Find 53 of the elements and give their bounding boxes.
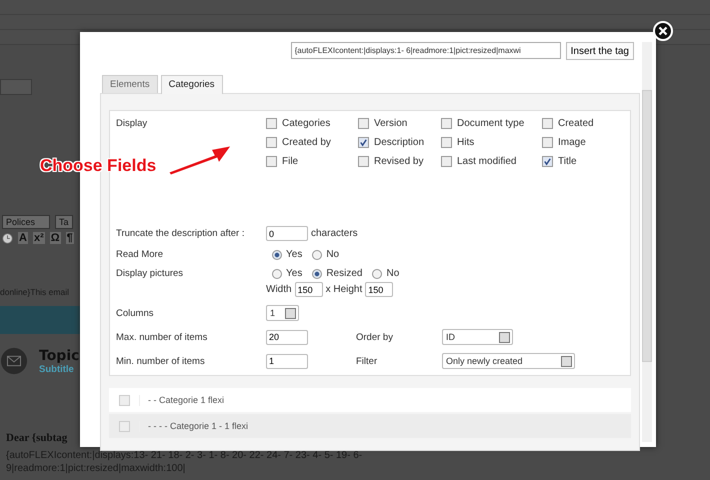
checkbox-option[interactable]: Description bbox=[358, 137, 441, 148]
radio-option[interactable]: No bbox=[372, 268, 400, 279]
field-label: Display bbox=[116, 118, 148, 129]
greeting-text: Dear {subtag bbox=[6, 432, 68, 444]
clock-icon[interactable] bbox=[2, 232, 13, 244]
truncate-field[interactable]: 0 bbox=[266, 226, 308, 241]
order-by-dropdown[interactable]: ID bbox=[442, 329, 513, 345]
checkbox-option[interactable]: File bbox=[266, 156, 358, 167]
subtitle-text: Subtitle bbox=[39, 364, 75, 374]
envelope-icon bbox=[0, 347, 28, 375]
radio-option[interactable]: Yes bbox=[272, 268, 302, 279]
checkbox-option[interactable]: Revised by bbox=[358, 156, 441, 167]
tab[interactable]: Categories bbox=[160, 75, 223, 94]
category-row[interactable]: - - Categorie 1 flexi bbox=[109, 388, 631, 412]
width-label: Width bbox=[266, 284, 292, 295]
checkbox-option[interactable]: Categories bbox=[266, 118, 358, 129]
field-label: Truncate the description after : bbox=[116, 228, 246, 239]
checkbox-option[interactable]: Created bbox=[542, 118, 594, 129]
unit-label: characters bbox=[311, 228, 358, 239]
field-label: Display pictures bbox=[116, 268, 184, 279]
radio-option[interactable]: No bbox=[312, 249, 340, 260]
checkbox-option[interactable]: Title bbox=[542, 156, 594, 167]
field-label: Filter bbox=[356, 356, 378, 366]
close-icon[interactable] bbox=[653, 21, 673, 41]
height-label: x Height bbox=[326, 284, 362, 295]
radio-option[interactable]: Yes bbox=[272, 249, 302, 260]
checkmark-icon bbox=[543, 157, 552, 166]
text-field[interactable] bbox=[0, 79, 32, 95]
scrollbar[interactable] bbox=[642, 42, 652, 442]
width-field[interactable]: 150 bbox=[294, 282, 323, 297]
checkbox-option[interactable]: Image bbox=[542, 137, 594, 148]
checkbox-option[interactable]: Document type bbox=[441, 118, 542, 129]
field-label: Order by bbox=[356, 332, 394, 342]
checkbox-option[interactable]: Version bbox=[358, 118, 441, 129]
height-field[interactable]: 150 bbox=[365, 282, 394, 297]
radio-option[interactable]: Resized bbox=[312, 268, 362, 279]
max-items-field[interactable]: 20 bbox=[266, 330, 308, 344]
checkbox-option[interactable]: Hits bbox=[441, 137, 542, 148]
insert-button[interactable]: Insert the tag bbox=[566, 42, 634, 60]
category-row[interactable]: - - - - Categorie 1 - 1 flexi bbox=[109, 414, 631, 438]
topic-title: Topic bbox=[39, 348, 80, 364]
field-label: Min. number of items bbox=[116, 356, 206, 366]
field-label: Max. number of items bbox=[116, 332, 208, 342]
checkbox-option[interactable]: Last modified bbox=[441, 156, 542, 167]
filter-dropdown[interactable]: Only newly created bbox=[442, 353, 575, 369]
field-label: Read More bbox=[116, 249, 164, 260]
field-label: Columns bbox=[116, 308, 154, 318]
columns-dropdown[interactable]: 1 bbox=[266, 305, 299, 321]
checkmark-icon bbox=[359, 138, 368, 147]
tab[interactable]: Elements bbox=[102, 75, 158, 93]
min-items-field[interactable]: 1 bbox=[266, 354, 308, 368]
checkbox-option[interactable]: Created by bbox=[266, 137, 358, 148]
tag-field[interactable]: {autoFLEXIcontent:|displays:1- 6|readmore:1|pict:resized|maxwi bbox=[290, 42, 561, 59]
